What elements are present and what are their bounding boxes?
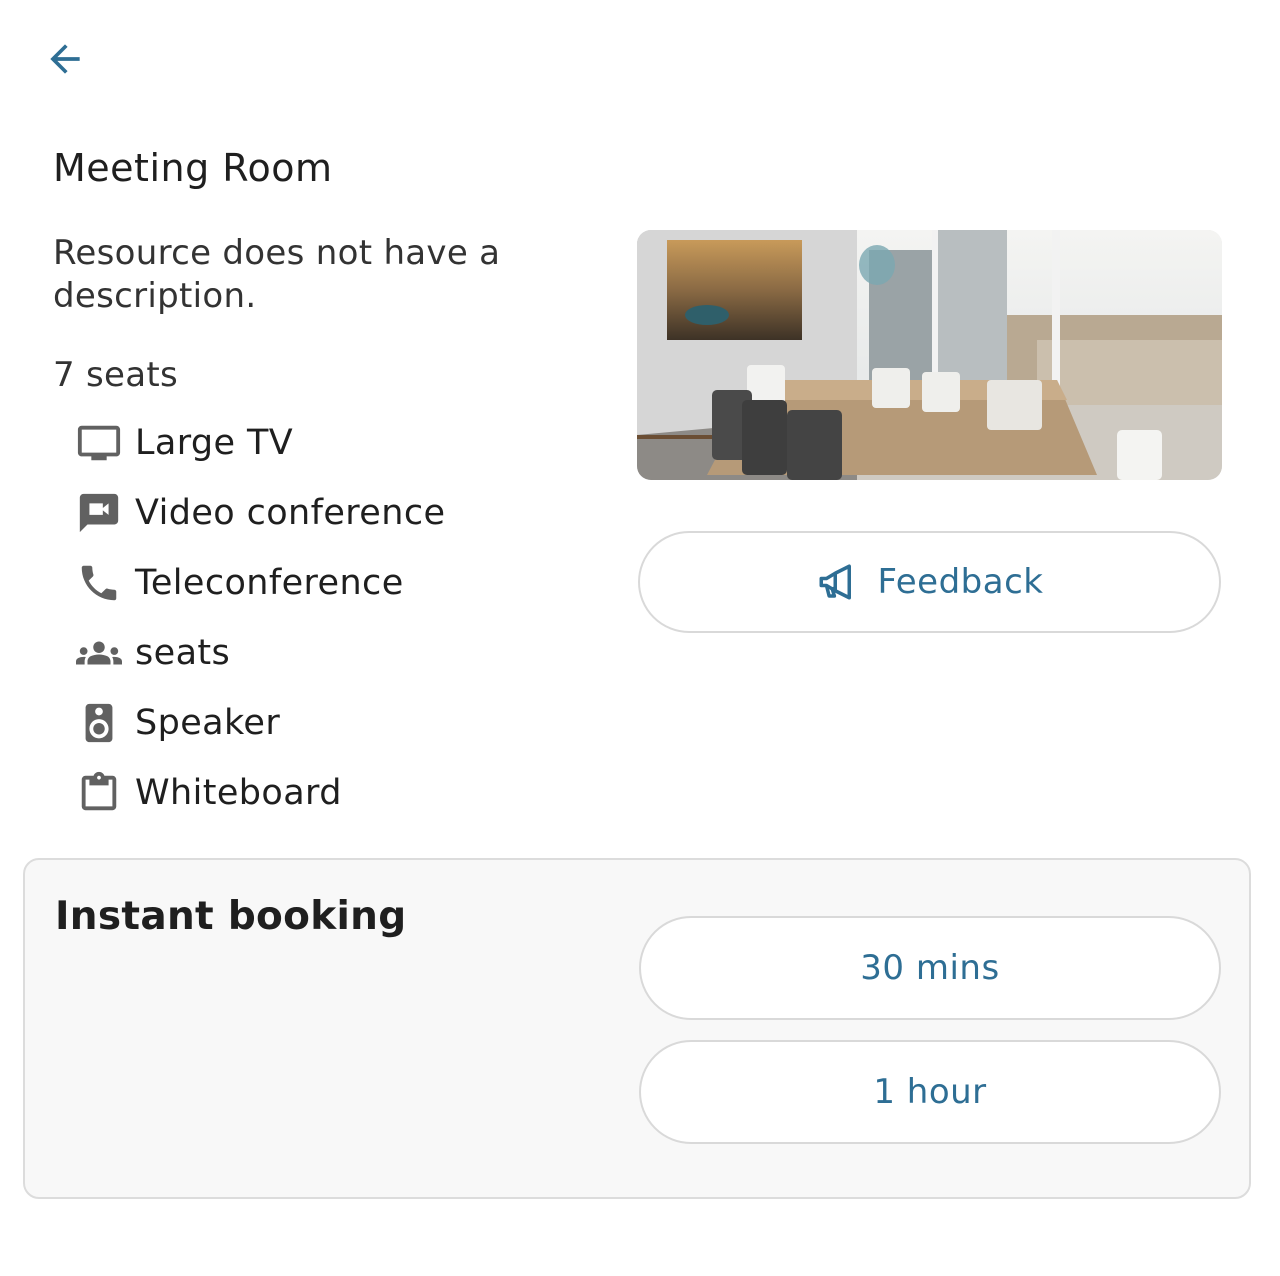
feature-speaker: Speaker bbox=[76, 688, 445, 758]
feature-label: Large TV bbox=[135, 423, 294, 463]
feedback-label: Feedback bbox=[877, 562, 1044, 602]
people-icon bbox=[76, 630, 122, 676]
tv-icon bbox=[76, 420, 122, 466]
feature-list: Large TV Video conference Teleconference… bbox=[76, 408, 445, 828]
capacity-text: 7 seats bbox=[53, 355, 179, 395]
feature-label: Speaker bbox=[135, 703, 281, 743]
back-button[interactable] bbox=[36, 30, 94, 88]
feature-teleconference: Teleconference bbox=[76, 548, 445, 618]
video-icon bbox=[76, 490, 122, 536]
book-1-hour-button[interactable]: 1 hour bbox=[639, 1040, 1221, 1144]
clipboard-icon bbox=[76, 770, 122, 816]
feature-label: Video conference bbox=[135, 493, 446, 533]
feature-label: seats bbox=[135, 633, 231, 673]
book-30-mins-button[interactable]: 30 mins bbox=[639, 916, 1221, 1020]
feature-video-conference: Video conference bbox=[76, 478, 445, 548]
resource-description: Resource does not have a description. bbox=[53, 233, 501, 316]
feature-label: Teleconference bbox=[135, 563, 404, 603]
feature-whiteboard: Whiteboard bbox=[76, 758, 445, 828]
feedback-button[interactable]: Feedback bbox=[638, 531, 1221, 633]
instant-booking-heading: Instant booking bbox=[55, 894, 407, 939]
megaphone-icon bbox=[819, 564, 851, 600]
feature-large-tv: Large TV bbox=[76, 408, 445, 478]
phone-icon bbox=[76, 560, 122, 606]
speaker-icon bbox=[76, 700, 122, 746]
instant-booking-panel: Instant booking 30 mins 1 hour bbox=[23, 858, 1251, 1199]
room-photo bbox=[637, 230, 1222, 480]
feature-seats: seats bbox=[76, 618, 445, 688]
page-title: Meeting Room bbox=[53, 146, 333, 190]
feature-label: Whiteboard bbox=[135, 773, 342, 813]
arrow-left-icon bbox=[50, 44, 80, 74]
